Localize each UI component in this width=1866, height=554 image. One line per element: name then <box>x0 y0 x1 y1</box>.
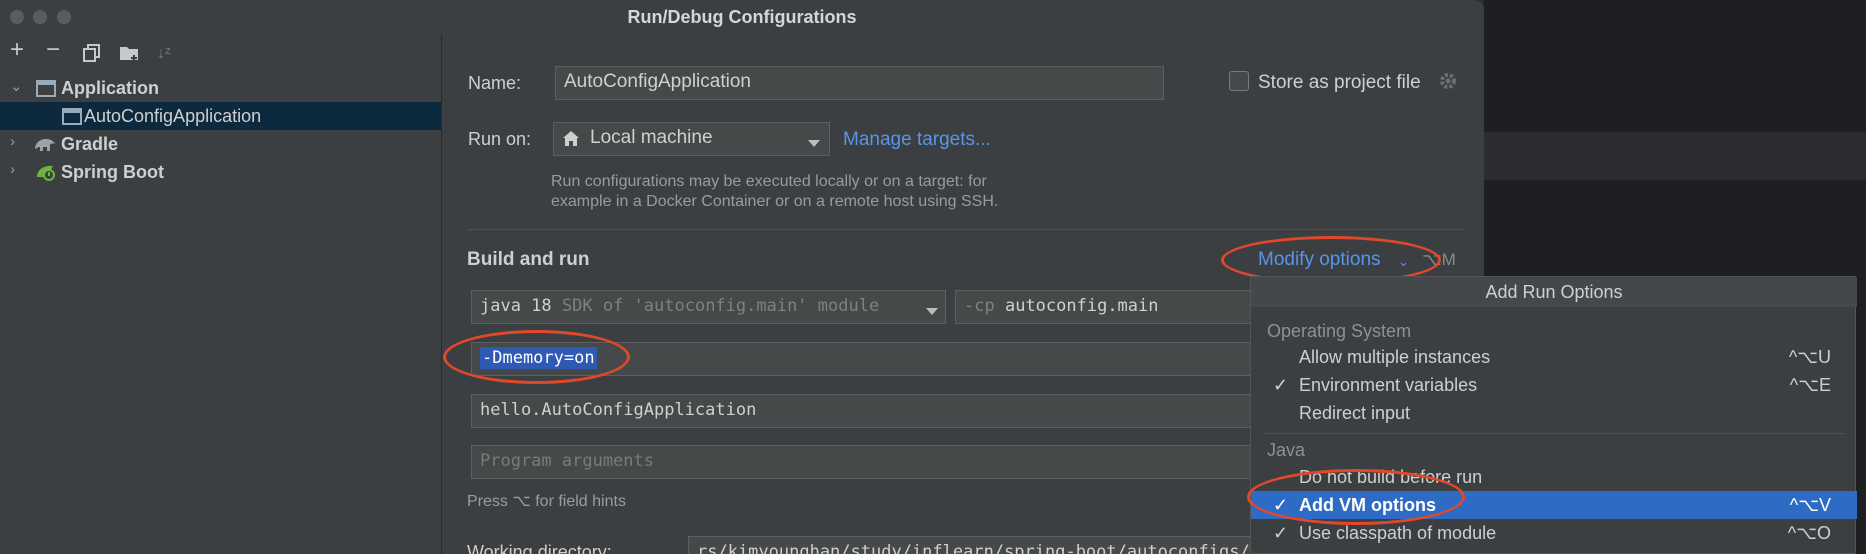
sort-icon[interactable]: ↓ᶻ <box>157 45 171 63</box>
chevron-down-icon[interactable] <box>926 303 938 321</box>
jdk-select[interactable]: java 18 SDK of 'autoconfig.main' module <box>471 290 946 324</box>
new-folder-icon[interactable] <box>119 43 141 69</box>
classpath-module-select[interactable]: -cp autoconfig.main <box>955 290 1255 324</box>
run-on-help-line-2: example in a Docker Container or on a re… <box>551 193 999 210</box>
application-icon <box>62 108 82 130</box>
tree-item-spring-boot[interactable]: › Spring Boot <box>0 158 441 186</box>
build-run-title: Build and run <box>467 249 590 270</box>
option-shortcut: ^⌥V <box>1789 495 1831 515</box>
jdk-version: java 18 <box>480 296 552 316</box>
option-redirect-input[interactable]: Redirect input <box>1251 399 1857 427</box>
gradle-icon <box>33 135 57 158</box>
option-label: Allow multiple instances <box>1299 347 1491 367</box>
option-label: Use classpath of module <box>1299 523 1497 543</box>
tree-label: Spring Boot <box>61 162 164 182</box>
group-java: Java <box>1267 440 1306 460</box>
annotation-vm-options <box>443 330 630 384</box>
application-icon <box>36 80 56 102</box>
add-run-options-popup: Add Run Options Operating System Allow m… <box>1247 276 1857 554</box>
option-label: Redirect input <box>1299 403 1411 423</box>
run-on-select[interactable]: Local machine <box>553 122 830 156</box>
field-hints-text: Press ⌥ for field hints <box>467 493 626 510</box>
cp-prefix: -cp <box>964 296 995 316</box>
window-title: Run/Debug Configurations <box>627 7 857 27</box>
main-class-input[interactable]: hello.AutoConfigApplication <box>471 394 1255 428</box>
program-arguments-input[interactable]: Program arguments <box>471 445 1255 479</box>
option-label: Environment variables <box>1299 375 1478 395</box>
chevron-down-icon[interactable]: ⌄ <box>10 77 23 95</box>
store-project-checkbox[interactable] <box>1229 71 1249 91</box>
copy-icon[interactable] <box>82 43 102 69</box>
chevron-right-icon[interactable]: › <box>10 133 15 150</box>
divider <box>1263 433 1845 434</box>
tree-item-autoconfigapplication[interactable]: AutoConfigApplication <box>0 102 441 130</box>
jdk-description: SDK of 'autoconfig.main' module <box>561 296 880 316</box>
check-icon: ✓ <box>1273 375 1289 395</box>
option-shortcut: ^⌥U <box>1788 347 1831 367</box>
tree-item-application[interactable]: ⌄ Application <box>0 74 441 102</box>
manage-targets-link[interactable]: Manage targets... <box>843 129 991 151</box>
divider <box>467 229 1463 230</box>
cp-module: autoconfig.main <box>1004 296 1159 316</box>
tree-label: Application <box>61 78 159 98</box>
annotation-add-vm-options <box>1247 469 1465 525</box>
working-dir-label: Working directory: <box>467 542 612 554</box>
chevron-right-icon[interactable]: › <box>10 161 15 178</box>
spring-boot-icon <box>35 163 57 186</box>
option-shortcut: ^⌥E <box>1789 375 1831 395</box>
chevron-down-icon[interactable] <box>808 135 820 153</box>
tree-item-gradle[interactable]: › Gradle <box>0 130 441 158</box>
gear-icon[interactable] <box>1438 71 1458 96</box>
tree-label: AutoConfigApplication <box>84 106 262 126</box>
store-project-label: Store as project file <box>1258 72 1421 93</box>
run-on-label: Run on: <box>468 129 532 149</box>
group-operating-system: Operating System <box>1267 321 1412 341</box>
name-label: Name: <box>468 73 522 93</box>
remove-icon[interactable]: − <box>46 36 60 64</box>
config-tree-pane: + − ↓ᶻ ⌄ Application AutoConfigApplicati… <box>0 34 442 554</box>
home-icon <box>562 130 580 152</box>
option-shortcut: ^⌥O <box>1787 523 1831 543</box>
popup-title: Add Run Options <box>1251 277 1857 307</box>
check-icon: ✓ <box>1273 523 1289 543</box>
option-allow-multiple-instances[interactable]: Allow multiple instances ^⌥U <box>1251 343 1857 371</box>
title-bar: Run/Debug Configurations <box>0 0 1484 34</box>
name-input[interactable]: AutoConfigApplication <box>555 66 1164 100</box>
run-on-help-line-1: Run configurations may be executed local… <box>551 173 987 190</box>
option-environment-variables[interactable]: ✓ Environment variables ^⌥E <box>1251 371 1857 399</box>
tree-label: Gradle <box>61 134 119 154</box>
add-icon[interactable]: + <box>10 36 24 64</box>
working-dir-input[interactable]: rs/kimyounghan/study/inflearn/spring-boo… <box>688 536 1255 554</box>
